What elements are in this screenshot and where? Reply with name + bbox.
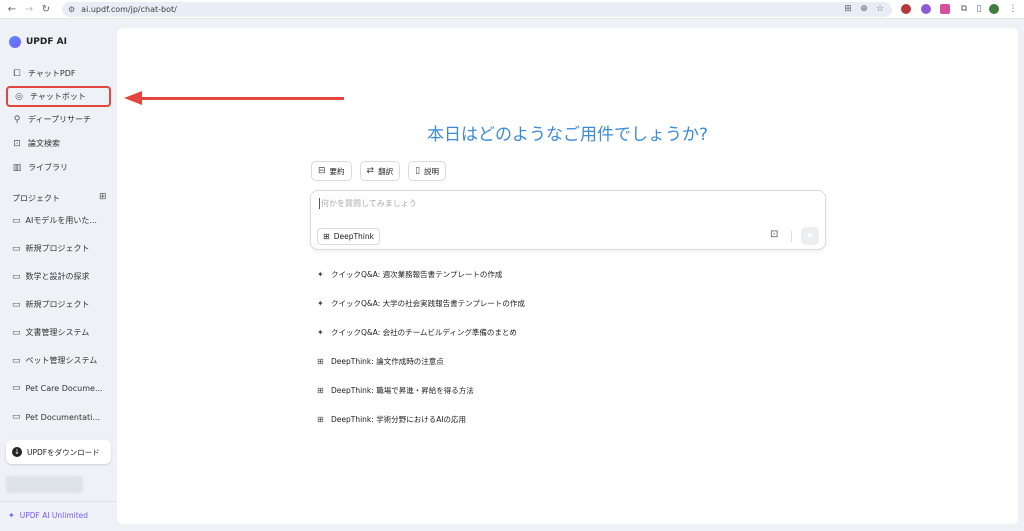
chatbot-icon: ◎ (15, 91, 23, 102)
deepthink-toggle[interactable]: ⊞ DeepThink (317, 228, 380, 245)
sparkle-icon: ✦ (8, 511, 15, 520)
chat-input-box[interactable]: ⊞ DeepThink ⊡ ➤ (310, 190, 826, 250)
brand[interactable]: UPDF AI (9, 36, 67, 48)
send-button[interactable]: ➤ (801, 227, 819, 245)
divider (0, 501, 117, 502)
folder-icon: ▭ (12, 355, 21, 366)
project-item[interactable]: ▭ 数学と設計の探求 (12, 271, 112, 282)
translate-chip[interactable]: ⇄ 翻訳 (359, 161, 401, 181)
download-label: UPDFをダウンロード (27, 447, 100, 457)
suggestion-item[interactable]: ✦ クイックQ&A: 会社のチームビルディング準備のまとめ (317, 327, 517, 338)
text-caret (319, 198, 320, 209)
browser-toolbar: ← → ↻ ⚙ ai.updf.com/jp/chat-bot/ ⊞ ⊕ ☆ ⧉… (0, 0, 1024, 19)
summarize-icon: ⊟ (318, 166, 326, 176)
address-bar[interactable]: ⚙ ai.updf.com/jp/chat-bot/ (62, 2, 892, 17)
sidebar-item-paper-search[interactable]: ⊡ 論文検索 (6, 133, 111, 154)
sidebar-item-library[interactable]: ▥ ライブラリ (6, 157, 111, 178)
folder-icon: ▭ (12, 243, 21, 254)
image-upload-icon[interactable]: ⊡ (770, 229, 778, 240)
download-icon: ↓ (12, 447, 22, 457)
deepthink-icon: ⊞ (317, 415, 324, 424)
account-info-blurred[interactable] (6, 476, 83, 493)
main-panel: 本日はどのようなご用件でしょうか? ⊟要約 ⇄翻訳 ▯説明 ⊞ DeepThin… (117, 28, 1018, 524)
sidebar-item-label: チャットボット (30, 92, 86, 101)
sidebar-item-deep-research[interactable]: ⚲ ディープリサーチ (6, 109, 111, 130)
project-item[interactable]: ▭ Pet Care Docume... (12, 383, 112, 393)
updf-logo-icon (9, 36, 21, 48)
page-title: 本日はどのようなご用件でしょうか? (426, 125, 709, 145)
extension-icon-3[interactable] (939, 3, 951, 15)
explain-chip[interactable]: ▯ 説明 (408, 161, 447, 181)
annotation-arrow-head (124, 91, 142, 105)
menu-kebab-icon[interactable]: ⋮ (1007, 3, 1019, 15)
suggestion-item[interactable]: ⊞ DeepThink: 職場で昇進・昇給を得る方法 (317, 385, 474, 396)
divider (791, 231, 792, 242)
sidebar-item-label: ライブラリ (28, 163, 68, 172)
summarize-chip[interactable]: ⊟ 要約 (311, 161, 352, 181)
forward-icon[interactable]: → (22, 2, 36, 16)
projects-heading: プロジェクト (12, 194, 60, 203)
site-info-icon[interactable]: ⚙ (68, 5, 75, 14)
back-icon[interactable]: ← (5, 2, 19, 16)
suggestion-item[interactable]: ✦ クイックQ&A: 大学の社会実践報告書テンプレートの作成 (317, 298, 525, 309)
chat-input[interactable] (321, 199, 741, 208)
suggestion-item[interactable]: ⊞ DeepThink: 論文作成時の注意点 (317, 356, 444, 367)
project-item[interactable]: ▭ AIモデルを用いた... (12, 215, 112, 226)
reload-icon[interactable]: ↻ (39, 2, 53, 16)
unlimited-link[interactable]: ✦ UPDF AI Unlimited (8, 511, 88, 520)
project-item[interactable]: ▭ 新規プロジェクト (12, 243, 112, 254)
paper-search-icon: ⊡ (13, 138, 21, 149)
url-text[interactable]: ai.updf.com/jp/chat-bot/ (81, 5, 177, 14)
deepthink-icon: ⊞ (323, 232, 330, 241)
profile-avatar[interactable] (988, 3, 1000, 15)
folder-icon: ▭ (12, 271, 21, 282)
deepthink-icon: ⊞ (317, 357, 324, 366)
explain-icon: ▯ (415, 166, 421, 176)
sparkle-icon: ✦ (317, 328, 324, 337)
research-icon: ⚲ (13, 114, 21, 125)
annotation-arrow-line (140, 97, 344, 100)
folder-icon: ▭ (12, 383, 21, 393)
bookmark-star-icon[interactable]: ☆ (874, 3, 886, 15)
brand-name: UPDF AI (26, 37, 67, 47)
side-panel-icon[interactable]: ▯ (973, 3, 985, 15)
extension-icon-1[interactable] (900, 3, 912, 15)
extensions-puzzle-icon[interactable]: ⧉ (958, 3, 970, 15)
translate-icon: ⇄ (366, 166, 375, 176)
folder-icon: ▭ (12, 215, 21, 226)
project-item[interactable]: ▭ 文書管理システム (12, 327, 112, 338)
extension-icon-2[interactable] (920, 3, 932, 15)
quick-action-chips: ⊟ 要約 ⇄ 翻訳 ▯ 説明 (311, 161, 454, 181)
pdf-chat-icon: ⧠ (13, 68, 21, 79)
sparkle-icon: ✦ (317, 299, 324, 308)
folder-icon: ▭ (12, 299, 21, 310)
sidebar-item-chatbot[interactable]: ◎ チャットボット (6, 86, 111, 107)
new-folder-icon[interactable]: ⊞ (99, 192, 107, 202)
library-icon: ▥ (12, 162, 22, 173)
sidebar-item-label: ディープリサーチ (28, 115, 91, 124)
folder-icon: ▭ (12, 327, 21, 338)
send-icon: ➤ (806, 231, 814, 241)
sparkle-icon: ✦ (317, 270, 324, 279)
translate-icon[interactable]: ⊞ (842, 3, 854, 15)
deepthink-icon: ⊞ (317, 386, 324, 395)
zoom-icon[interactable]: ⊕ (858, 3, 870, 15)
project-item[interactable]: ▭ 新規プロジェクト (12, 299, 112, 310)
project-item[interactable]: ▭ Pet Documentati... (12, 412, 112, 422)
sidebar-item-label: 論文検索 (28, 139, 60, 148)
unlimited-label: UPDF AI Unlimited (19, 511, 89, 520)
sidebar: UPDF AI ⧠ チャットPDF ◎ チャットボット ⚲ ディープリサーチ ⊡… (0, 19, 117, 531)
download-updf-button[interactable]: ↓ UPDFをダウンロード (6, 440, 111, 464)
project-item[interactable]: ▭ ペット管理システム (12, 355, 112, 366)
folder-icon: ▭ (12, 412, 21, 422)
sidebar-item-chat-pdf[interactable]: ⧠ チャットPDF (6, 63, 111, 84)
suggestion-item[interactable]: ✦ クイックQ&A: 週次業務報告書テンプレートの作成 (317, 269, 502, 280)
sidebar-item-label: チャットPDF (28, 69, 76, 78)
suggestion-item[interactable]: ⊞ DeepThink: 学術分野におけるAIの応用 (317, 414, 466, 425)
